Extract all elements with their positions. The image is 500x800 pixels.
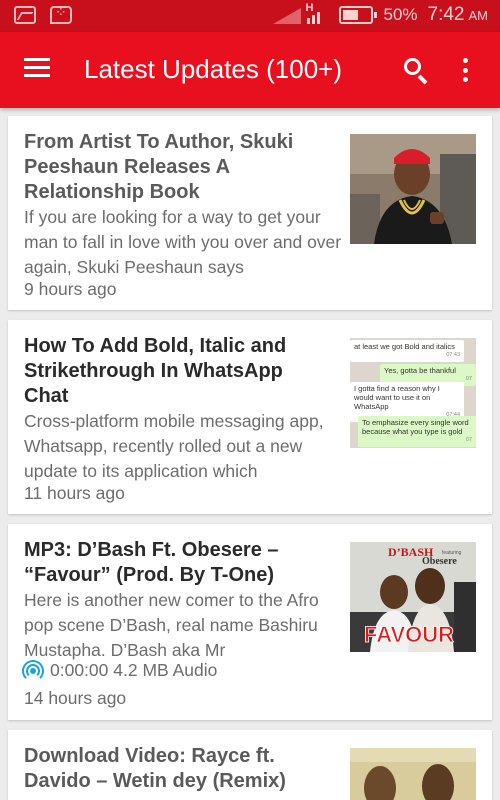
signal-icon: H [273, 2, 329, 26]
status-bar: H 50% 7:42 AM [0, 0, 500, 32]
feed-item-excerpt: Here is another new comer to the Afro po… [24, 590, 319, 660]
app-bar: Latest Updates (100+) [0, 32, 500, 108]
page-title: Latest Updates (100+) [84, 54, 342, 84]
more-options-icon[interactable] [458, 56, 472, 84]
feed-item-time: 14 hours ago [24, 688, 127, 708]
battery-percent: 50% [383, 5, 418, 24]
bbm-notification-icon [50, 4, 72, 24]
chat-message: Yes, gotta be thankful [384, 366, 456, 375]
menu-icon[interactable] [24, 58, 52, 80]
feed-item-title: Download Video: Rayce ft. Davido – Wetin… [24, 745, 286, 792]
chat-message: at least we got Bold and italics [354, 342, 455, 351]
audio-meta: 0:00:00 4.2 MB Audio [50, 660, 218, 680]
svg-text:Obesere: Obesere [422, 556, 457, 567]
feed-item[interactable]: How To Add Bold, Italic and Strikethroug… [8, 320, 492, 514]
audio-info[interactable]: 0:00:00 4.2 MB Audio [22, 659, 218, 682]
chat-message: To emphasize every single word because w… [362, 418, 469, 436]
feed-item-thumbnail [350, 748, 476, 800]
podcast-icon [22, 659, 44, 682]
feed-item[interactable]: From Artist To Author, Skuki Peeshaun Re… [8, 116, 492, 310]
feed-item-excerpt: If you are looking for a way to get your… [24, 207, 342, 277]
search-icon[interactable] [402, 56, 430, 85]
feed-item-title: MP3: D’Bash Ft. Obesere – “Favour” (Prod… [24, 539, 279, 586]
feed-item-excerpt: Cross-platform mobile messaging app, Wha… [24, 411, 324, 481]
feed-item[interactable]: MP3: D’Bash Ft. Obesere – “Favour” (Prod… [8, 524, 492, 720]
feed-item-thumbnail: D’BASH featuring Obesere FAVOUR [350, 542, 476, 652]
feed-item-thumbnail: at least we got Bold and italics 07:43 Y… [350, 338, 476, 448]
feed-item-thumbnail [350, 134, 476, 244]
feed-item[interactable]: Download Video: Rayce ft. Davido – Wetin… [8, 730, 492, 800]
feed-item-title: How To Add Bold, Italic and Strikethroug… [24, 335, 287, 407]
feed-item-title: From Artist To Author, Skuki Peeshaun Re… [24, 131, 294, 203]
clock-time: 7:42 [427, 4, 465, 25]
chat-message: I gotta find a reason why I would want t… [354, 384, 440, 411]
svg-text:FAVOUR: FAVOUR [364, 622, 454, 647]
image-notification-icon [14, 6, 36, 24]
clock-ampm: AM [468, 7, 489, 23]
feed-item-time: 9 hours ago [24, 279, 117, 299]
battery-icon [339, 6, 378, 24]
feed-item-time: 11 hours ago [24, 483, 125, 503]
